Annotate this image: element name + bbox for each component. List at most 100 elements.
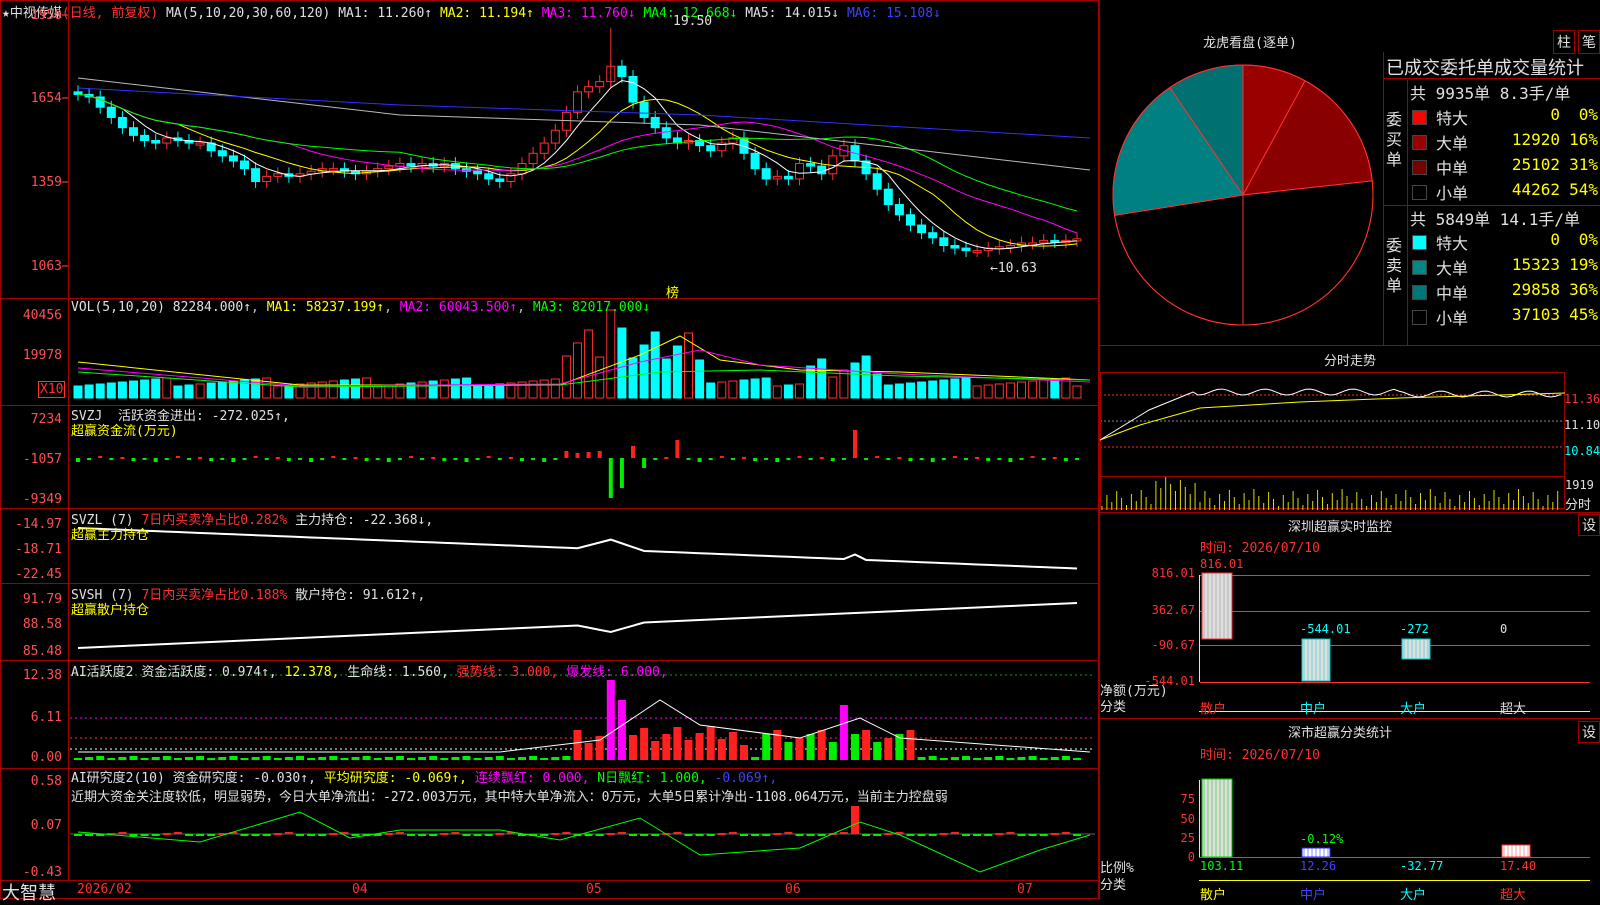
volume-bar (1005, 382, 1015, 399)
x-axis-label: 05 (586, 882, 602, 897)
left-frame (0, 0, 1099, 899)
volume-bar (1050, 378, 1060, 399)
ai2-bar (74, 834, 82, 836)
volume-bar (795, 383, 804, 399)
candle-body (561, 111, 571, 131)
volume-bar (894, 383, 904, 399)
ai1-bar (185, 757, 193, 760)
svzj-bar (975, 457, 980, 459)
sz-class-axis: 0 (1187, 850, 1195, 864)
svzj-bar (1019, 458, 1024, 460)
candle-body (950, 245, 960, 249)
ai1-bar (617, 700, 626, 760)
ai2-bar (118, 832, 127, 834)
ai1-bar (529, 756, 538, 760)
volume-bar (373, 385, 383, 399)
svzj-bar (87, 458, 92, 460)
ai1-bar (196, 756, 205, 760)
volume-bar (772, 385, 782, 399)
svzj-bar (619, 458, 624, 488)
svsh-axis-label: 91.79 (22, 592, 62, 607)
volume-bar (961, 377, 971, 399)
svzj-bar (930, 458, 935, 462)
ai2-bar (751, 834, 760, 836)
sz-class-value: 17.40 (1500, 859, 1537, 873)
svzj-bar (675, 440, 680, 458)
candle-body (484, 173, 494, 180)
svzj-bar (153, 458, 158, 462)
vol-name: VOL(5,10,20) (71, 300, 165, 315)
sell-row-pct: 45% (1569, 305, 1598, 324)
sell-row-pct: 0% (1578, 230, 1598, 249)
candle-body (817, 165, 827, 175)
buy-row-pct: 0% (1578, 105, 1598, 124)
ai1-bar (418, 757, 427, 760)
stock-mode[interactable]: (日线, 前复权) (62, 6, 158, 21)
sz-class-title: 深市超赢分类统计 (1287, 726, 1392, 741)
ai1-bar (1050, 757, 1059, 760)
volume-bar (739, 379, 749, 399)
volume-bar (850, 362, 860, 399)
ai1-bar (1039, 758, 1048, 760)
ai2-bar (451, 832, 460, 834)
ai2-bar (995, 833, 1004, 835)
sell-row-name: 中单 (1436, 284, 1469, 303)
volume-bar (983, 384, 993, 399)
svsh-subtitle: 超赢散户持仓 (71, 603, 150, 618)
sz-monitor-settings-button[interactable]: 设 (1578, 514, 1600, 536)
fenshi-axis-label: 11.10 (1564, 418, 1600, 432)
x10-badge[interactable]: X10 (38, 381, 66, 398)
svzj-bar (409, 456, 413, 458)
ai2-bar (262, 834, 271, 836)
price-axis-label: 1063 (30, 259, 62, 274)
longhu-title: 龙虎看盘(逐单) (1203, 36, 1297, 51)
svzj-bar (952, 456, 957, 458)
buy-color-swatch (1412, 110, 1427, 125)
sell-label: 委卖单 (1386, 236, 1403, 295)
candle-body (939, 237, 949, 247)
svzj-bar (220, 458, 225, 460)
vol-legend: VOL(5,10,20) 82284.000↑, MA1: 58237.199↑… (71, 300, 651, 315)
ai2-bar (873, 834, 882, 836)
ai1-bar (995, 756, 1004, 760)
svzj-bar (608, 458, 613, 498)
ai1-bar (284, 757, 293, 760)
svzj-bar (686, 458, 691, 460)
sell-row-value: 29858 (1511, 280, 1560, 299)
svzl-axis-label: -14.97 (15, 517, 62, 532)
volume-bar (184, 384, 194, 399)
candle-body (473, 170, 483, 175)
svsh-axis-label: 88.58 (22, 617, 62, 632)
x-axis-label: 06 (785, 882, 801, 897)
ai1-bar (495, 756, 504, 760)
tick-mode-button[interactable]: 笔 (1578, 30, 1600, 54)
svzj-bar (808, 458, 813, 460)
candle-body (384, 165, 394, 170)
bar-mode-button[interactable]: 柱 (1553, 30, 1575, 54)
ai2-bar (151, 834, 160, 836)
fenshi-axis-label: 11.36 (1564, 392, 1600, 406)
sz-class-axis: 25 (1180, 831, 1195, 845)
svzj-bar (397, 458, 402, 460)
svzj-bar (375, 458, 380, 460)
volume-bar (228, 380, 238, 399)
ai2-bar (695, 834, 704, 836)
sz-class-settings-button[interactable]: 设 (1578, 721, 1600, 743)
ai1-bar (695, 733, 704, 760)
ai1-line (78, 699, 1091, 753)
volume-bar (1017, 381, 1026, 399)
fenshi-vol-unit: 分时 (1565, 498, 1592, 513)
sell-row-pct: 36% (1569, 280, 1598, 299)
svzj-bar (76, 458, 80, 462)
svzj-axis-label: -9349 (22, 492, 62, 507)
main-chart-svg (0, 0, 1600, 900)
ai1-bar (540, 758, 549, 760)
fenshi-axis-label: 10.84 (1564, 444, 1600, 458)
ai1-bar (728, 732, 737, 760)
buy-total: 共 9935单 8.3手/单 (1410, 84, 1571, 103)
svzl-value: 主力持仓: -22.368↓, (295, 513, 434, 528)
ai1-bar (395, 756, 404, 760)
svzj-bar (841, 458, 846, 460)
svzj-bar (986, 458, 991, 461)
svzj-bar (386, 458, 391, 462)
